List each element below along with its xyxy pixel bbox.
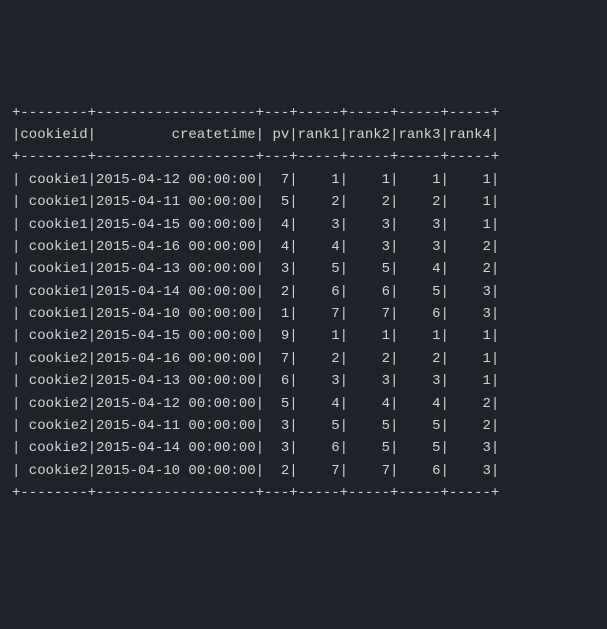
table-row: | cookie2|2015-04-11 00:00:00| 3| 5| 5| … [12, 415, 595, 437]
table-row: | cookie1|2015-04-14 00:00:00| 2| 6| 6| … [12, 281, 595, 303]
table-row: | cookie2|2015-04-12 00:00:00| 5| 4| 4| … [12, 393, 595, 415]
table-row: | cookie1|2015-04-15 00:00:00| 4| 3| 3| … [12, 214, 595, 236]
table-row: | cookie1|2015-04-10 00:00:00| 1| 7| 7| … [12, 303, 595, 325]
table-row: | cookie2|2015-04-16 00:00:00| 7| 2| 2| … [12, 348, 595, 370]
table-row: | cookie2|2015-04-13 00:00:00| 6| 3| 3| … [12, 370, 595, 392]
table-border-top: +--------+-------------------+---+-----+… [12, 102, 595, 124]
table-row: | cookie1|2015-04-12 00:00:00| 7| 1| 1| … [12, 169, 595, 191]
table-header-row: |cookieid| createtime| pv|rank1|rank2|ra… [12, 124, 595, 146]
table-row: | cookie1|2015-04-16 00:00:00| 4| 4| 3| … [12, 236, 595, 258]
table-row: | cookie2|2015-04-15 00:00:00| 9| 1| 1| … [12, 325, 595, 347]
table-row: | cookie1|2015-04-11 00:00:00| 5| 2| 2| … [12, 191, 595, 213]
table-row: | cookie1|2015-04-13 00:00:00| 3| 5| 5| … [12, 258, 595, 280]
ascii-table: +--------+-------------------+---+-----+… [12, 102, 595, 505]
table-border-bottom: +--------+-------------------+---+-----+… [12, 482, 595, 504]
table-row: | cookie2|2015-04-14 00:00:00| 3| 6| 5| … [12, 437, 595, 459]
table-border-header: +--------+-------------------+---+-----+… [12, 146, 595, 168]
table-row: | cookie2|2015-04-10 00:00:00| 2| 7| 7| … [12, 460, 595, 482]
